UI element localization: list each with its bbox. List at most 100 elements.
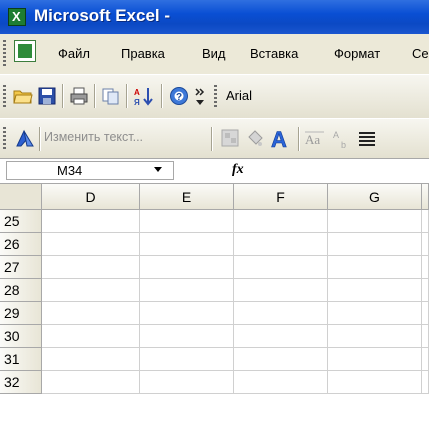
- cell[interactable]: [42, 325, 140, 348]
- row-header-28[interactable]: 28: [0, 279, 42, 302]
- cell[interactable]: [234, 302, 328, 325]
- cell[interactable]: [234, 279, 328, 302]
- drawing-toolbar: Изменить текст... A Aa Ab: [0, 118, 429, 159]
- toolbar-grip[interactable]: [3, 85, 6, 109]
- cell[interactable]: [422, 279, 429, 302]
- cell[interactable]: [234, 348, 328, 371]
- cell[interactable]: [140, 371, 234, 394]
- cell[interactable]: [234, 210, 328, 233]
- row-header-30[interactable]: 30: [0, 325, 42, 348]
- row-header-25[interactable]: 25: [0, 210, 42, 233]
- svg-text:A: A: [134, 88, 140, 97]
- select-all-corner[interactable]: [0, 184, 42, 210]
- cell[interactable]: [234, 233, 328, 256]
- worksheet-grid[interactable]: D E F G 25 26 27 28 29 30 31 32: [0, 184, 429, 432]
- cell[interactable]: [42, 302, 140, 325]
- toolbar-separator: [62, 84, 64, 108]
- column-header-f[interactable]: F: [234, 184, 328, 210]
- cell[interactable]: [328, 302, 422, 325]
- cell[interactable]: [140, 233, 234, 256]
- wordart-gallery-icon[interactable]: [220, 128, 240, 148]
- title-bar[interactable]: Microsoft Excel -: [0, 0, 429, 35]
- cell[interactable]: [234, 325, 328, 348]
- cell[interactable]: [422, 256, 429, 279]
- vertical-text-icon[interactable]: Ab: [331, 128, 353, 150]
- menu-service[interactable]: Се: [412, 46, 429, 61]
- cell[interactable]: [328, 256, 422, 279]
- cell[interactable]: [140, 325, 234, 348]
- column-header-d[interactable]: D: [42, 184, 140, 210]
- cell[interactable]: [422, 302, 429, 325]
- name-box-value: M34: [57, 163, 83, 178]
- cell[interactable]: [42, 256, 140, 279]
- cell[interactable]: [422, 371, 429, 394]
- alignment-icon[interactable]: [357, 129, 377, 149]
- column-header-e[interactable]: E: [140, 184, 234, 210]
- cell[interactable]: [328, 348, 422, 371]
- cell[interactable]: [328, 233, 422, 256]
- cell[interactable]: [422, 325, 429, 348]
- save-icon[interactable]: [37, 86, 57, 106]
- cell[interactable]: [140, 348, 234, 371]
- insert-function-icon[interactable]: fx: [232, 162, 244, 178]
- same-letter-heights-icon[interactable]: Aa: [304, 129, 326, 149]
- cell[interactable]: [42, 279, 140, 302]
- cell[interactable]: [140, 279, 234, 302]
- menu-insert[interactable]: Вставка: [250, 46, 298, 61]
- name-box[interactable]: M34: [6, 161, 174, 180]
- edit-text-button[interactable]: Изменить текст...: [44, 130, 143, 144]
- cell[interactable]: [42, 210, 140, 233]
- toolbar-grip[interactable]: [3, 127, 6, 151]
- menubar-grip[interactable]: [3, 40, 6, 66]
- column-header-partial[interactable]: [422, 184, 429, 210]
- menu-format[interactable]: Формат: [334, 46, 380, 61]
- cell[interactable]: [140, 210, 234, 233]
- cell[interactable]: [422, 348, 429, 371]
- cell[interactable]: [234, 371, 328, 394]
- row-header-32[interactable]: 32: [0, 371, 42, 394]
- toolbar-separator: [211, 127, 213, 151]
- svg-text:Я: Я: [134, 98, 140, 107]
- name-box-dropdown-icon[interactable]: [154, 167, 162, 172]
- svg-text:A: A: [271, 127, 287, 151]
- menu-edit[interactable]: Правка: [121, 46, 165, 61]
- cell[interactable]: [140, 256, 234, 279]
- cell[interactable]: [328, 279, 422, 302]
- cell[interactable]: [328, 371, 422, 394]
- font-name-box[interactable]: Arial: [222, 86, 429, 108]
- format-wordart-icon[interactable]: [245, 128, 265, 148]
- row-header-31[interactable]: 31: [0, 348, 42, 371]
- wordart-icon[interactable]: [14, 128, 34, 148]
- open-folder-icon[interactable]: [13, 86, 33, 106]
- row-header-27[interactable]: 27: [0, 256, 42, 279]
- print-icon[interactable]: [69, 86, 89, 106]
- cell[interactable]: [42, 371, 140, 394]
- cell[interactable]: [140, 302, 234, 325]
- svg-text:b: b: [341, 140, 346, 150]
- cell[interactable]: [42, 233, 140, 256]
- toolbar-separator: [126, 84, 128, 108]
- wordart-shape-icon[interactable]: A: [269, 127, 293, 153]
- standard-toolbar: AЯ ? Arial: [0, 74, 429, 119]
- cell[interactable]: [328, 210, 422, 233]
- column-header-g[interactable]: G: [328, 184, 422, 210]
- cell[interactable]: [234, 256, 328, 279]
- cell[interactable]: [42, 348, 140, 371]
- excel-app-icon[interactable]: [8, 8, 26, 26]
- cell[interactable]: [328, 325, 422, 348]
- copy-icon[interactable]: [101, 86, 121, 106]
- workbook-control-icon[interactable]: [14, 40, 36, 62]
- sort-ascending-icon[interactable]: AЯ: [134, 86, 154, 107]
- help-icon[interactable]: ?: [169, 86, 189, 106]
- row-header-26[interactable]: 26: [0, 233, 42, 256]
- window-title: Microsoft Excel -: [34, 6, 171, 25]
- row-header-29[interactable]: 29: [0, 302, 42, 325]
- toolbar-options-icon[interactable]: [193, 86, 207, 106]
- menu-file[interactable]: Файл: [58, 46, 90, 61]
- toolbar-grip[interactable]: [214, 85, 217, 109]
- cell[interactable]: [422, 210, 429, 233]
- excel-window: Microsoft Excel - Файл Правка Вид Вставк…: [0, 0, 429, 432]
- toolbar-separator: [94, 84, 96, 108]
- menu-view[interactable]: Вид: [202, 46, 226, 61]
- cell[interactable]: [422, 233, 429, 256]
